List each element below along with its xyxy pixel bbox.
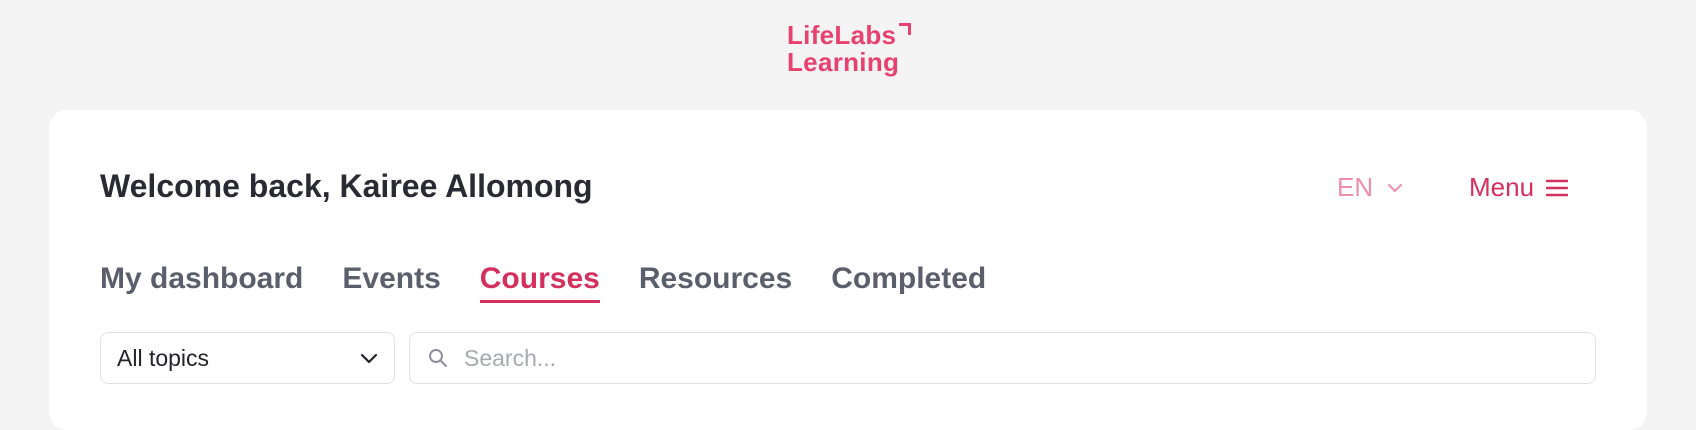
topic-select[interactable]: All topics <box>100 332 395 384</box>
language-selector[interactable]: EN <box>1337 172 1403 203</box>
tab-resources[interactable]: Resources <box>639 262 792 303</box>
tab-completed[interactable]: Completed <box>831 262 986 303</box>
search-input[interactable] <box>462 343 1577 373</box>
logo-line-2: Learning <box>787 47 900 77</box>
chevron-down-icon <box>360 353 378 364</box>
tab-my-dashboard[interactable]: My dashboard <box>100 262 303 303</box>
search-box[interactable] <box>409 332 1596 384</box>
logo-line-1: LifeLabs <box>787 20 897 50</box>
menu-label: Menu <box>1469 172 1535 202</box>
tab-bar: My dashboard Events Courses Resources Co… <box>100 262 986 303</box>
tab-courses[interactable]: Courses <box>479 262 600 303</box>
tab-events[interactable]: Events <box>342 262 440 303</box>
topic-select-value: All topics <box>117 344 210 371</box>
hamburger-icon <box>1546 179 1569 197</box>
logo-corner-mark <box>899 23 911 35</box>
language-label: EN <box>1337 172 1374 202</box>
lifelabs-logo[interactable]: LifeLabs Learning <box>787 20 911 77</box>
search-icon <box>428 348 448 368</box>
chevron-down-icon <box>1387 183 1403 193</box>
welcome-heading: Welcome back, Kairee Allomong <box>100 168 593 204</box>
menu-button[interactable]: Menu <box>1469 172 1569 203</box>
